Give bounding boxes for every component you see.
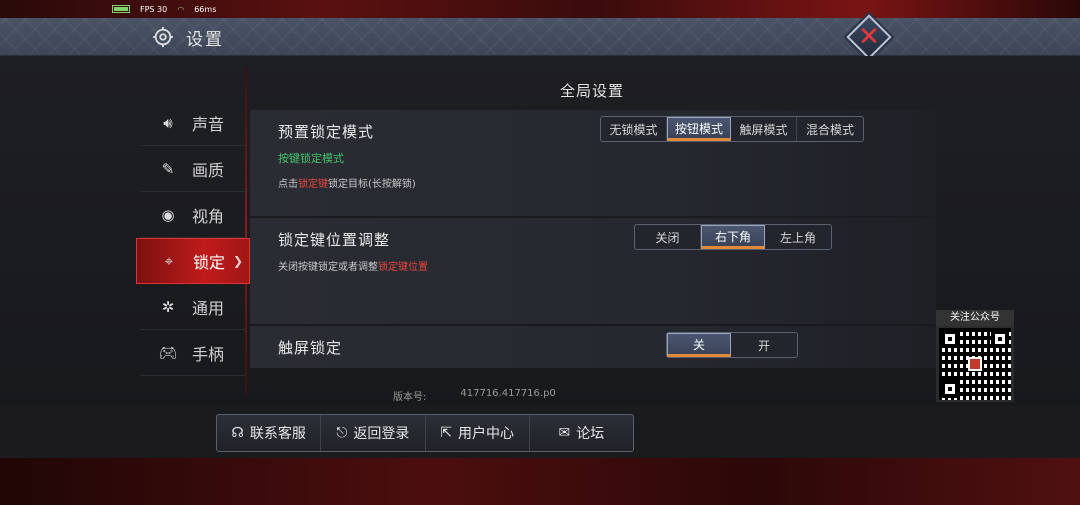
contact-support-label: 联系客服 xyxy=(249,426,306,442)
page-title: 设置 xyxy=(186,30,224,50)
option-bottom-right[interactable]: 右下角 xyxy=(701,225,765,249)
preset-lock-mode-name: 按键锁定模式 xyxy=(278,152,344,165)
section-title: 全局设置 xyxy=(559,82,624,100)
close-button[interactable]: ✕ xyxy=(846,14,892,60)
desc-highlight: 锁定键位置 xyxy=(378,262,428,273)
sidebar-item-graphics[interactable]: ✎ 画质 xyxy=(140,146,246,192)
contact-support-button[interactable]: ☊ 联系客服 xyxy=(217,415,322,451)
desc-text: 点击 xyxy=(278,179,298,190)
ping-indicator: 66ms xyxy=(194,4,217,14)
close-icon: ✕ xyxy=(858,22,880,52)
option-touch-lock-on[interactable]: 开 xyxy=(731,333,797,357)
sidebar-item-label: 声音 xyxy=(192,114,225,134)
desc-text: 关闭按键锁定或者调整 xyxy=(278,262,378,273)
sidebar-item-label: 画质 xyxy=(192,160,225,180)
option-button-mode[interactable]: 按钮模式 xyxy=(667,117,731,141)
return-login-label: 返回登录 xyxy=(353,426,410,442)
version-label: 版本号: xyxy=(393,392,427,403)
qr-code-image xyxy=(939,328,1011,400)
battery-icon xyxy=(112,5,130,13)
chevron-right-icon: ❯ xyxy=(232,254,243,268)
lock-key-position-segmented-control: 关闭 右下角 左上角 xyxy=(634,224,832,250)
preset-lock-segmented-control: 无锁模式 按钮模式 触屏模式 混合模式 xyxy=(600,116,864,142)
user-center-label: 用户中心 xyxy=(457,426,514,442)
qr-code-panel[interactable]: 关注公众号 xyxy=(936,310,1014,402)
option-mixed-mode[interactable]: 混合模式 xyxy=(797,117,863,141)
option-no-lock[interactable]: 无锁模式 xyxy=(601,117,667,141)
lock-key-position-description: 关闭按键锁定或者调整锁定键位置 xyxy=(278,258,428,273)
sidebar-item-view[interactable]: ◉ 视角 xyxy=(140,192,246,238)
version-info: 版本号: 417716.417716.p0 xyxy=(393,388,556,403)
return-login-button[interactable]: ⎋ 返回登录 xyxy=(321,415,426,451)
touch-lock-row: 触屏锁定 关 开 xyxy=(250,326,936,368)
headset-icon: ☊ xyxy=(231,425,244,441)
gamepad-icon: 🎮︎ xyxy=(158,343,178,362)
qr-label: 关注公众号 xyxy=(936,310,1014,326)
sidebar-item-label: 视角 xyxy=(192,206,225,226)
user-center-button[interactable]: ⇱ 用户中心 xyxy=(426,415,530,451)
forum-button[interactable]: ✉ 论坛 xyxy=(530,415,633,451)
preset-lock-description: 点击锁定键锁定目标(长按解锁) xyxy=(278,175,416,190)
wifi-icon: ◠ xyxy=(177,4,185,14)
option-top-left[interactable]: 左上角 xyxy=(765,225,831,249)
lock-key-position-label: 锁定键位置调整 xyxy=(278,231,391,249)
option-touch-lock-off[interactable]: 关 xyxy=(667,333,731,357)
desc-text: 锁定目标(长按解锁) xyxy=(328,179,416,190)
share-icon: ⇱ xyxy=(440,425,452,441)
sidebar-item-general[interactable]: ✲ 通用 xyxy=(140,284,246,330)
qr-finder xyxy=(941,330,959,348)
version-value: 417716.417716.p0 xyxy=(460,388,556,399)
qr-logo xyxy=(968,357,982,371)
lock-key-position-row: 锁定键位置调整 关闭按键锁定或者调整锁定键位置 关闭 右下角 左上角 xyxy=(250,218,936,324)
fps-indicator: FPS 30 xyxy=(140,4,168,14)
chat-icon: ✉ xyxy=(558,425,571,441)
crosshair-icon: ⌖ xyxy=(164,252,174,270)
sidebar-item-label: 手柄 xyxy=(192,344,225,364)
forum-label: 论坛 xyxy=(576,426,605,442)
desc-highlight: 锁定键 xyxy=(298,179,328,190)
speaker-icon: 🔊︎ xyxy=(163,113,173,132)
qr-finder xyxy=(941,380,959,398)
option-off[interactable]: 关闭 xyxy=(635,225,701,249)
eye-icon: ◉ xyxy=(161,205,175,224)
preset-lock-row: 预置锁定模式 按键锁定模式 点击锁定键锁定目标(长按解锁) 无锁模式 按钮模式 … xyxy=(250,110,936,216)
status-bar: FPS 30 ◠ 66ms xyxy=(112,3,216,15)
settings-sidebar: 🔊︎ 声音 ✎ 画质 ◉ 视角 ⌖ 锁定 ❯ ✲ 通用 🎮︎ 手柄 xyxy=(136,100,250,376)
bottom-nav: ☊ 联系客服 ⎋ 返回登录 ⇱ 用户中心 ✉ 论坛 xyxy=(216,414,634,452)
gear-icon xyxy=(152,26,174,48)
sidebar-item-label: 锁定 xyxy=(193,253,226,272)
sidebar-item-lock[interactable]: ⌖ 锁定 ❯ xyxy=(136,238,250,284)
touch-lock-toggle: 关 开 xyxy=(666,332,798,358)
return-icon: ⎋ xyxy=(336,425,348,441)
game-background-bottom xyxy=(0,458,1080,505)
option-touch-mode[interactable]: 触屏模式 xyxy=(731,117,797,141)
touch-lock-label: 触屏锁定 xyxy=(278,339,343,357)
sidebar-item-sound[interactable]: 🔊︎ 声音 xyxy=(140,100,246,146)
preset-lock-label: 预置锁定模式 xyxy=(278,123,375,141)
settings-header: 设置 xyxy=(0,18,1080,56)
sidebar-item-controller[interactable]: 🎮︎ 手柄 xyxy=(140,330,246,376)
palette-icon: ✎ xyxy=(161,159,175,178)
sidebar-item-label: 通用 xyxy=(192,298,225,318)
qr-finder xyxy=(991,330,1009,348)
gear-icon: ✲ xyxy=(161,297,175,316)
